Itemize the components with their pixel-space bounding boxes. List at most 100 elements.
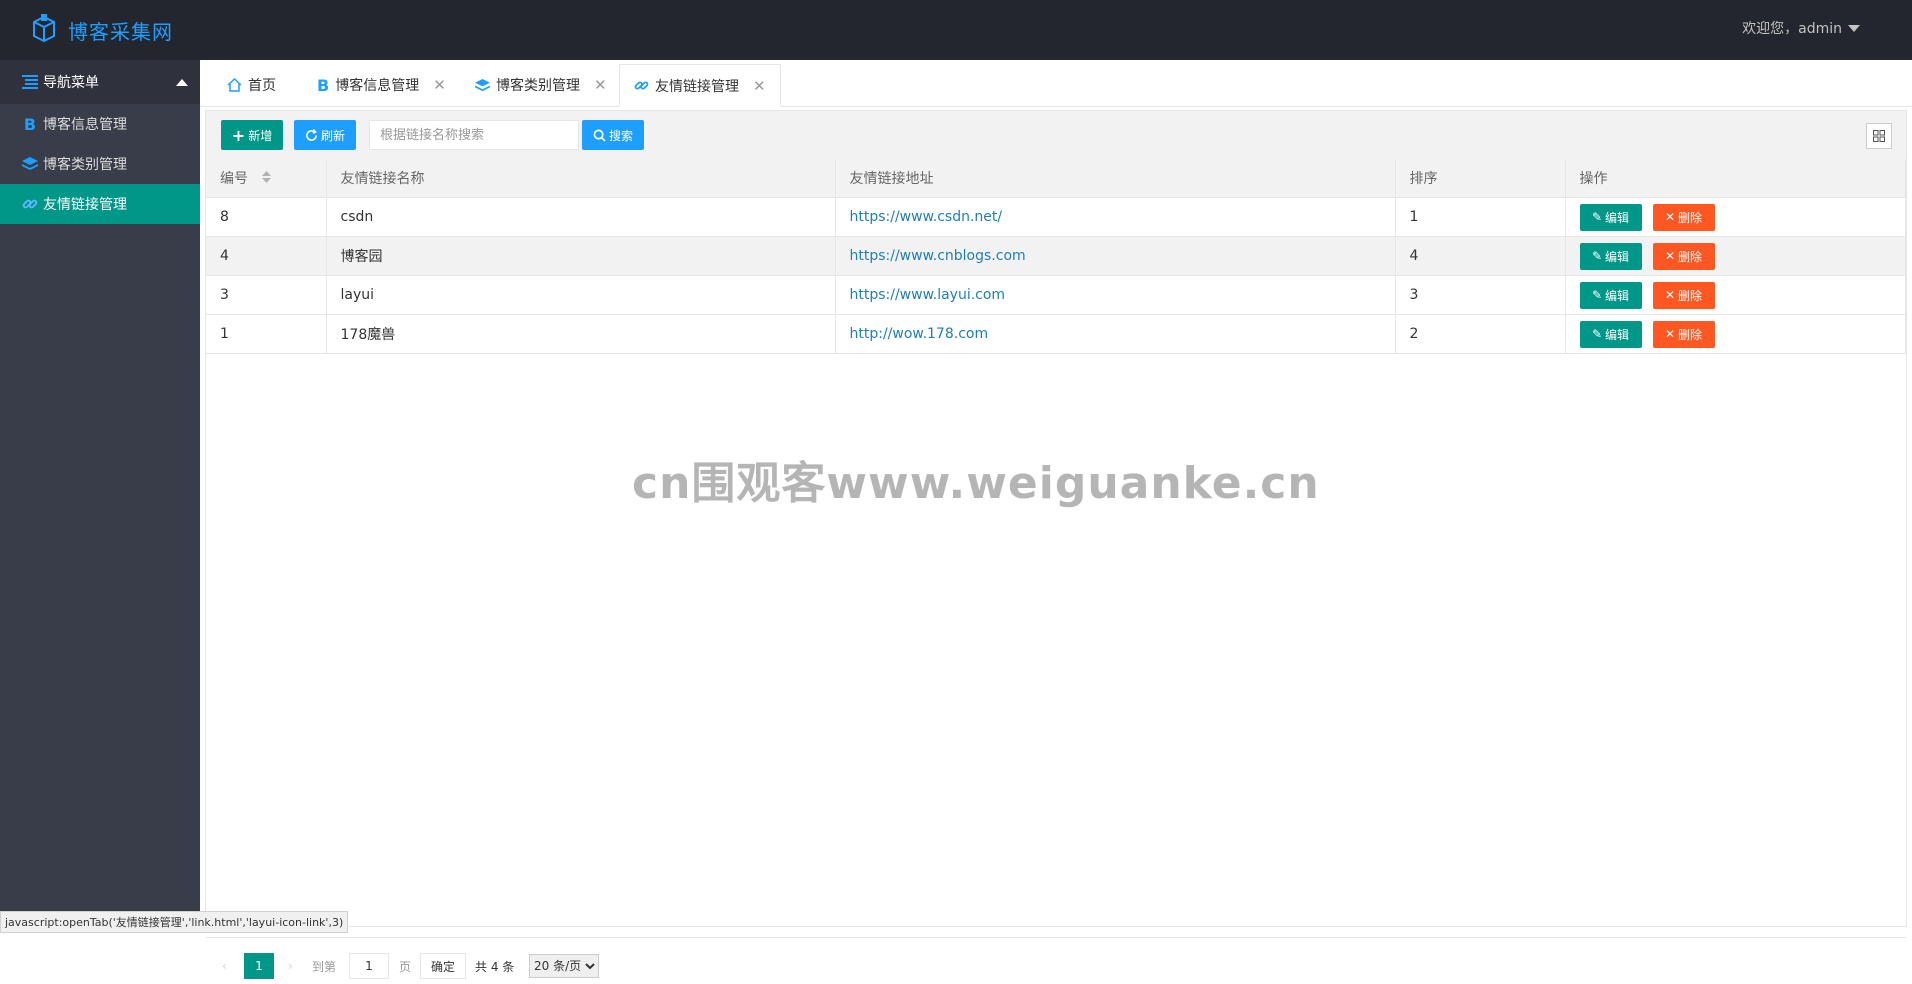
link-icon xyxy=(20,196,40,212)
cell-actions: ✎ 编辑 ✕ 删除 xyxy=(1565,314,1906,354)
tab-home[interactable]: 首页 xyxy=(227,65,276,105)
cell-name: 178魔兽 xyxy=(326,314,836,354)
plus-icon: + xyxy=(231,125,246,145)
cell-id: 4 xyxy=(206,236,327,276)
pagination: ‹ 1 › 到第 页 确定 共 4 条 20 条/页 xyxy=(206,937,1906,984)
cell-order: 3 xyxy=(1395,275,1566,315)
column-header-id[interactable]: 编号 xyxy=(206,159,327,198)
table-toolbar: + 新增 刷新 搜索 xyxy=(206,111,1906,160)
sidebar-item-blog-info[interactable]: B 博客信息管理 xyxy=(0,104,200,144)
b-icon: B xyxy=(317,75,330,95)
delete-button[interactable]: ✕ 删除 xyxy=(1652,242,1715,270)
box-logo-icon xyxy=(28,12,60,48)
grid-icon xyxy=(1873,130,1885,142)
cell-name: csdn xyxy=(326,197,836,237)
sidebar-item-friend-links[interactable]: 友情链接管理 xyxy=(0,184,200,224)
page-suffix: 页 xyxy=(399,959,412,974)
cell-order: 4 xyxy=(1395,236,1566,276)
browser-status-bar: javascript:openTab('友情链接管理','link.html',… xyxy=(0,911,349,933)
watermark: cn围观客www.weiguanke.cn xyxy=(632,458,1320,509)
cell-id: 8 xyxy=(206,197,327,237)
sidebar-item-label: 博客类别管理 xyxy=(43,157,127,173)
pencil-icon: ✎ xyxy=(1591,249,1603,263)
close-icon[interactable]: ✕ xyxy=(433,76,446,94)
cell-order: 2 xyxy=(1395,314,1566,354)
total-count: 共 4 条 xyxy=(475,959,515,974)
cell-id: 3 xyxy=(206,275,327,315)
close-icon: ✕ xyxy=(1664,288,1676,302)
b-icon: B xyxy=(23,114,37,134)
goto-page-input[interactable] xyxy=(349,953,389,979)
edit-button[interactable]: ✎ 编辑 xyxy=(1579,242,1642,270)
table-row: 3 layui https://www.layui.com 3 ✎ 编辑 ✕ 删除 xyxy=(206,275,1906,315)
confirm-button[interactable]: 确定 xyxy=(420,953,466,979)
column-header-url: 友情链接地址 xyxy=(835,159,1396,198)
edit-button[interactable]: ✎ 编辑 xyxy=(1579,281,1642,309)
edit-button[interactable]: ✎ 编辑 xyxy=(1579,320,1642,348)
delete-button[interactable]: ✕ 删除 xyxy=(1652,320,1715,348)
sidebar-item-label: 博客信息管理 xyxy=(43,117,127,133)
close-icon[interactable]: ✕ xyxy=(594,76,607,94)
tab-blog-category[interactable]: 博客类别管理 ✕ xyxy=(475,65,607,105)
cell-url-link[interactable]: https://www.layui.com xyxy=(835,275,1396,315)
menu-list-icon xyxy=(20,75,40,89)
sidebar-item-label: 友情链接管理 xyxy=(43,197,127,213)
nav-menu-header[interactable]: 导航菜单 xyxy=(0,60,200,104)
edit-button[interactable]: ✎ 编辑 xyxy=(1579,203,1642,231)
page-number-current[interactable]: 1 xyxy=(244,953,274,979)
close-icon: ✕ xyxy=(1664,210,1676,224)
nav-menu-title: 导航菜单 xyxy=(43,75,99,91)
cell-url-link[interactable]: http://wow.178.com xyxy=(835,314,1396,354)
close-icon: ✕ xyxy=(1664,327,1676,341)
cell-id: 1 xyxy=(206,314,327,354)
delete-button[interactable]: ✕ 删除 xyxy=(1652,203,1715,231)
page-size-select[interactable]: 20 条/页 xyxy=(529,954,599,978)
link-icon xyxy=(634,78,649,93)
table-row: 4 博客园 https://www.cnblogs.com 4 ✎ 编辑 ✕ 删除 xyxy=(206,236,1906,276)
tab-label: 博客类别管理 xyxy=(496,78,580,94)
tab-blog-info[interactable]: B 博客信息管理 ✕ xyxy=(317,65,446,105)
chevron-up-icon xyxy=(176,79,188,86)
home-icon xyxy=(227,78,242,92)
search-button[interactable]: 搜索 xyxy=(582,120,644,150)
close-icon: ✕ xyxy=(1664,249,1676,263)
add-button[interactable]: + 新增 xyxy=(221,120,283,150)
user-greeting: 欢迎您，admin xyxy=(1742,21,1842,37)
top-header: 博客采集网 欢迎您，admin xyxy=(0,0,1912,60)
cell-url-link[interactable]: https://www.csdn.net/ xyxy=(835,197,1396,237)
sort-icon[interactable] xyxy=(262,171,272,187)
pencil-icon: ✎ xyxy=(1591,327,1603,341)
cell-actions: ✎ 编辑 ✕ 删除 xyxy=(1565,197,1906,237)
column-header-order: 排序 xyxy=(1395,159,1566,198)
cell-name: 博客园 xyxy=(326,236,836,276)
cell-name: layui xyxy=(326,275,836,315)
pencil-icon: ✎ xyxy=(1591,288,1603,302)
cell-url-link[interactable]: https://www.cnblogs.com xyxy=(835,236,1396,276)
cell-actions: ✎ 编辑 ✕ 删除 xyxy=(1565,236,1906,276)
logo[interactable]: 博客采集网 xyxy=(28,12,173,48)
pencil-icon: ✎ xyxy=(1591,210,1603,224)
refresh-icon xyxy=(305,128,318,142)
content-panel: + 新增 刷新 搜索 xyxy=(205,110,1907,979)
next-page-icon[interactable]: › xyxy=(288,953,293,979)
column-header-name: 友情链接名称 xyxy=(326,159,836,198)
friend-links-table: 编号 友情链接名称 友情链接地址 排序 操作 8 csdn https://ww… xyxy=(206,159,1906,354)
table-row: 8 csdn https://www.csdn.net/ 1 ✎ 编辑 ✕ 删除 xyxy=(206,197,1906,237)
search-input[interactable] xyxy=(369,120,579,150)
tab-bar: 首页 B 博客信息管理 ✕ 博客类别管理 ✕ 友情链接管理 ✕ xyxy=(200,60,1912,107)
tab-label: 博客信息管理 xyxy=(335,78,420,94)
main-area: 首页 B 博客信息管理 ✕ 博客类别管理 ✕ 友情链接管理 ✕ + 新增 刷新 … xyxy=(200,60,1912,979)
sidebar-item-blog-category[interactable]: 博客类别管理 xyxy=(0,144,200,184)
delete-button[interactable]: ✕ 删除 xyxy=(1652,281,1715,309)
prev-page-icon[interactable]: ‹ xyxy=(222,953,227,979)
tab-friend-links[interactable]: 友情链接管理 ✕ xyxy=(619,64,781,107)
refresh-button[interactable]: 刷新 xyxy=(294,120,356,150)
user-menu[interactable]: 欢迎您，admin xyxy=(1742,18,1860,38)
column-header-actions: 操作 xyxy=(1565,159,1906,198)
layers-icon xyxy=(20,157,40,171)
search-icon xyxy=(593,129,606,142)
chevron-down-icon xyxy=(1848,24,1860,32)
app-title: 博客采集网 xyxy=(68,19,173,44)
column-filter-button[interactable] xyxy=(1866,123,1892,149)
close-icon[interactable]: ✕ xyxy=(753,77,766,95)
